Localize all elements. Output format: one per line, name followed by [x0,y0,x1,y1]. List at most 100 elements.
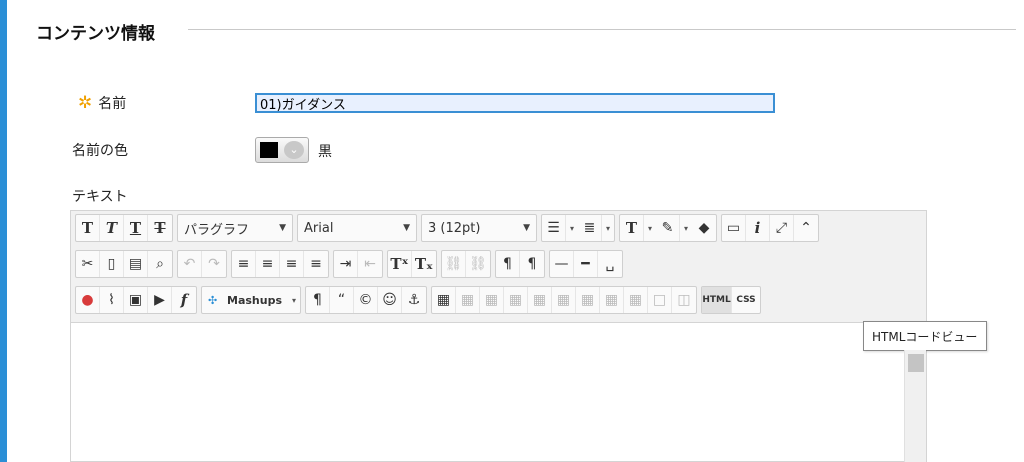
image-icon[interactable]: ▣ [124,287,148,313]
css-button[interactable]: CSS [732,287,760,313]
mashups-icon: ✣ [208,293,218,307]
preview-icon[interactable]: ▭ [722,215,746,241]
paste-icon[interactable]: ▤ [124,251,148,277]
chevron-down-icon[interactable]: ▾ [644,215,656,241]
highlighter-icon[interactable]: ✎ [656,215,680,241]
indent-icon[interactable]: ⇥ [334,251,358,277]
insert-group: ● ⌇ ▣ ▶ f [75,286,197,314]
scrollbar-thumb[interactable] [908,354,924,372]
table-row-before-icon[interactable]: ▦ [456,287,480,313]
outdent-icon[interactable]: ⇤ [358,251,382,277]
ltr-icon[interactable]: ¶ [496,251,520,277]
direction-group: ¶ ¶ [495,250,545,278]
table-row-after-icon[interactable]: ▦ [480,287,504,313]
text-label: テキスト [72,189,128,205]
superscript-icon[interactable]: Tˣ [388,251,412,277]
history-group: ↶ ↷ [177,250,227,278]
cut-icon[interactable]: ✂ [76,251,100,277]
table-col-after-icon[interactable]: ▦ [552,287,576,313]
size-select[interactable]: 3 (12pt) ▼ [421,214,537,242]
youtube-icon[interactable]: ● [76,287,100,313]
bullet-list-icon[interactable]: ☰ [542,215,566,241]
thick-rule-icon[interactable]: ━ [574,251,598,277]
align-justify-icon[interactable]: ≡ [304,251,328,277]
view-group: ▭ i ⤢ ⌃ [721,214,819,242]
table-col-before-icon[interactable]: ▦ [528,287,552,313]
align-center-icon[interactable]: ≡ [256,251,280,277]
format-select[interactable]: パラグラフ ▼ [177,214,293,242]
undo-icon[interactable]: ↶ [178,251,202,277]
media-icon[interactable]: ▶ [148,287,172,313]
required-star-icon: ✲ [78,93,93,113]
redo-icon[interactable]: ↷ [202,251,226,277]
font-select[interactable]: Arial ▼ [297,214,417,242]
copyright-icon[interactable]: © [354,287,378,313]
bold-icon[interactable]: T [76,215,100,241]
rule-group: — ━ ␣ [549,250,623,278]
chevron-down-icon: ▼ [279,223,286,233]
color-swatch [260,142,278,158]
info-icon[interactable]: i [746,215,770,241]
subscript-icon[interactable]: Tₓ [412,251,436,277]
chevron-down-icon: ▼ [403,223,410,233]
editor-toolbar: T T T T パラグラフ ▼ Arial ▼ 3 (12pt) ▼ ☰ ▾ ≣ ▾ … [71,211,926,323]
left-rail [0,0,7,462]
collapse-icon[interactable]: ⌃ [794,215,818,241]
table-split-icon[interactable]: ◫ [672,287,696,313]
script-group: Tˣ Tₓ [387,250,437,278]
anchor-icon[interactable]: ⚓ [402,287,426,313]
numbered-list-icon[interactable]: ≣ [578,215,602,241]
text-editor: T T T T パラグラフ ▼ Arial ▼ 3 (12pt) ▼ ☰ ▾ ≣ ▾ … [70,210,927,462]
paragraph-icon[interactable]: ¶ [306,287,330,313]
eraser-icon[interactable]: ◆ [692,215,716,241]
section-title: コンテンツ情報 [36,24,155,44]
horizontal-rule-icon[interactable]: — [550,251,574,277]
unlink-icon[interactable]: ⛓ [466,251,490,277]
html-code-view-button[interactable]: HTML [702,287,732,313]
table-icon[interactable]: ▦ [432,287,456,313]
name-label-row: ✲ 名前 [78,93,126,113]
fullscreen-icon[interactable]: ⤢ [770,215,794,241]
italic-icon[interactable]: T [100,215,124,241]
symbol-group: ¶ “ © ☺ ⚓ [305,286,427,314]
chevron-down-icon[interactable]: ▾ [602,215,614,241]
color-value: 黒 [318,144,332,160]
chevron-down-icon: ▼ [523,223,530,233]
table-merge-icon[interactable]: □ [648,287,672,313]
search-icon[interactable]: ⌕ [148,251,172,277]
align-right-icon[interactable]: ≡ [280,251,304,277]
formula-icon[interactable]: f [172,287,196,313]
rtl-icon[interactable]: ¶ [520,251,544,277]
mashups-dropdown[interactable]: ✣ Mashups ▾ [201,286,301,314]
emoticon-icon[interactable]: ☺ [378,287,402,313]
indent-group: ⇥ ⇤ [333,250,383,278]
toolbar-row-3: ● ⌇ ▣ ▶ f ✣ Mashups ▾ ¶ “ © ☺ ⚓ ▦ ▦ ▦ ▦ [75,285,765,315]
quote-icon[interactable]: “ [330,287,354,313]
chevron-down-icon[interactable]: ▾ [288,287,300,313]
table-delete-col-icon[interactable]: ▦ [576,287,600,313]
format-select-value: パラグラフ [184,222,250,238]
text-style-group: T T T T [75,214,173,242]
table-cell-icon[interactable]: ▦ [624,287,648,313]
chevron-down-icon[interactable]: ⌄ [284,141,304,159]
copy-icon[interactable]: ▯ [100,251,124,277]
code-group: HTML CSS [701,286,761,314]
name-input[interactable] [255,93,775,113]
attachment-icon[interactable]: ⌇ [100,287,124,313]
chevron-down-icon[interactable]: ▾ [566,215,578,241]
table-props-icon[interactable]: ▦ [600,287,624,313]
editor-scrollbar[interactable] [904,350,926,462]
underline-icon[interactable]: T [124,215,148,241]
name-color-picker[interactable]: ⌄ [255,137,309,163]
align-left-icon[interactable]: ≡ [232,251,256,277]
list-group: ☰ ▾ ≣ ▾ [541,214,615,242]
text-color-icon[interactable]: T [620,215,644,241]
space-icon[interactable]: ␣ [598,251,622,277]
table-delete-row-icon[interactable]: ▦ [504,287,528,313]
chevron-down-icon[interactable]: ▾ [680,215,692,241]
mashups-label: Mashups [227,293,282,307]
section-divider [188,29,1016,30]
toolbar-row-1: T T T T パラグラフ ▼ Arial ▼ 3 (12pt) ▼ ☰ ▾ ≣ ▾ … [75,213,823,243]
link-icon[interactable]: ⛓ [442,251,466,277]
strikethrough-icon[interactable]: T [148,215,172,241]
